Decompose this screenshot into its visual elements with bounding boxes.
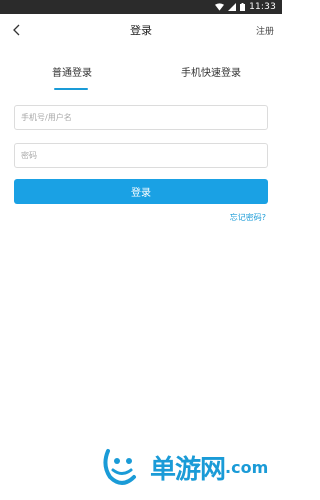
back-button[interactable] [8, 20, 24, 40]
username-input[interactable] [21, 106, 267, 129]
watermark-suffix: .com [225, 457, 269, 477]
watermark-text: 单游网 [150, 454, 226, 485]
tab-normal-login[interactable]: 普通登录 [46, 64, 98, 90]
watermark: 单游网 .com [100, 442, 268, 492]
page-title: 登录 [130, 24, 152, 37]
login-tabs: 普通登录 手机快速登录 [0, 64, 282, 90]
register-link[interactable]: 注册 [256, 24, 274, 37]
password-field[interactable] [14, 143, 268, 168]
tab-phone-quick-login[interactable]: 手机快速登录 [176, 64, 246, 90]
status-bar: 11:33 [0, 0, 282, 14]
battery-icon [240, 3, 246, 11]
smiley-logo-icon [100, 443, 144, 491]
forgot-password-link[interactable]: 忘记密码? [230, 212, 266, 223]
chevron-left-icon [12, 21, 20, 40]
status-time: 11:33 [249, 2, 276, 12]
status-icons [215, 3, 246, 11]
active-tab-indicator [54, 88, 88, 90]
password-input[interactable] [21, 144, 267, 167]
signal-icon [228, 3, 237, 11]
wifi-icon [215, 3, 225, 11]
nav-bar: 登录 注册 [0, 14, 282, 46]
login-button[interactable]: 登录 [14, 179, 268, 204]
username-field[interactable] [14, 105, 268, 130]
